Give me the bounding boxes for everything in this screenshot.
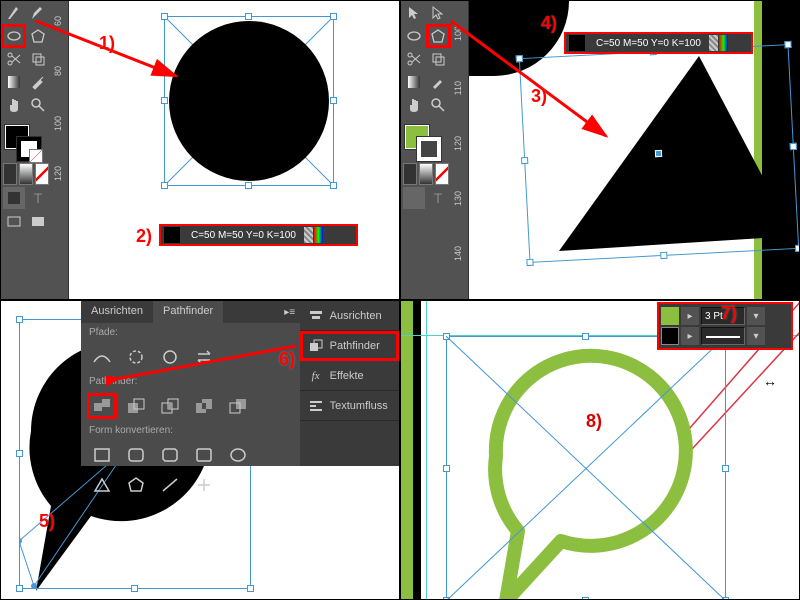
stroke-play-icon[interactable]: ▸ — [681, 327, 699, 345]
effects-icon: fx — [308, 368, 324, 384]
color-info-bar[interactable]: C=50 M=50 Y=0 K=100 — [161, 226, 356, 244]
fill-stroke-swatch[interactable] — [5, 125, 41, 161]
hand-tool-icon[interactable] — [402, 94, 425, 116]
pathfinder-exclude-icon[interactable] — [191, 395, 217, 417]
label-8: 8) — [586, 411, 602, 432]
label-4: 4) — [541, 13, 557, 34]
pathfinder-unite-icon[interactable] — [89, 395, 115, 417]
fill-swatch-button[interactable] — [661, 307, 679, 325]
zoom-tool-icon[interactable] — [27, 94, 50, 116]
shape-inverse-round-icon[interactable] — [191, 444, 217, 466]
label-2: 2) — [136, 226, 152, 247]
screen-mode-2-icon[interactable] — [427, 211, 449, 233]
label-7: 7) — [721, 303, 737, 324]
shape-roundrect-icon[interactable] — [123, 444, 149, 466]
ellipse-tool-icon[interactable] — [2, 25, 25, 47]
arrow-annotation — [106, 341, 301, 386]
label-1: 1) — [99, 33, 115, 54]
shape-rect-icon[interactable] — [89, 444, 115, 466]
quadrant-4: ↔ 7) 8) ▸ ▾ ▸ ▾ — [400, 300, 800, 600]
color-mode-buttons[interactable] — [403, 163, 449, 185]
side-textwrap[interactable]: Textumfluss — [300, 391, 399, 421]
selection-bbox[interactable] — [446, 336, 726, 600]
toolbar — [401, 1, 451, 117]
ellipse-shape[interactable] — [169, 21, 329, 181]
shape-triangle-icon[interactable] — [89, 474, 115, 496]
stroke-play-icon[interactable]: ▸ — [681, 307, 699, 325]
label-5: 5) — [39, 511, 55, 532]
gradient-tool-icon[interactable] — [402, 71, 425, 93]
tab-pathfinder[interactable]: Pathfinder — [153, 301, 223, 323]
pathfinder-minus-back-icon[interactable] — [225, 395, 251, 417]
stroke-style-preview[interactable] — [701, 327, 745, 345]
side-effects[interactable]: fxEffekte — [300, 361, 399, 391]
fill-stroke-swatch[interactable] — [405, 125, 441, 161]
color-mode-buttons[interactable] — [3, 163, 49, 185]
side-panel: Ausrichten Pathfinder fxEffekte Textumfl… — [300, 301, 399, 466]
dropdown-icon[interactable]: ▾ — [747, 327, 765, 345]
pathfinder-subtract-icon[interactable] — [123, 395, 149, 417]
label-6: 6) — [279, 349, 295, 370]
scissors-tool-icon[interactable] — [402, 48, 425, 70]
shape-bevel-icon[interactable] — [157, 444, 183, 466]
dropdown-icon[interactable]: ▾ — [747, 307, 765, 325]
shape-polygon-icon[interactable] — [123, 474, 149, 496]
pen-tool-icon[interactable] — [2, 2, 25, 24]
selection-tool-icon[interactable] — [402, 2, 425, 24]
side-pathfinder[interactable]: Pathfinder — [300, 331, 399, 361]
view-mode-icon[interactable] — [3, 187, 25, 209]
tab-align[interactable]: Ausrichten — [81, 301, 153, 323]
ellipse-tool-icon[interactable] — [402, 25, 425, 47]
section-convert-label: Form konvertieren: — [81, 421, 300, 440]
pathfinder-intersect-icon[interactable] — [157, 395, 183, 417]
green-edge — [400, 301, 413, 599]
hand-tool-icon[interactable] — [2, 94, 25, 116]
side-align[interactable]: Ausrichten — [300, 301, 399, 331]
quadrant-3: 5) 6) Ausrichten Pathfinder ▸≡ Pfade: Pa… — [0, 300, 400, 600]
screen-mode-2-icon[interactable] — [27, 211, 49, 233]
shape-ellipse-icon[interactable] — [225, 444, 251, 466]
panel-menu-icon[interactable]: ▸≡ — [280, 301, 300, 323]
pathfinder-icon — [308, 338, 324, 354]
text-tool-icon[interactable]: T — [27, 187, 49, 209]
scissors-tool-icon[interactable] — [2, 48, 25, 70]
text-tool-icon[interactable]: T — [427, 187, 449, 209]
guide-v — [426, 301, 427, 599]
resize-cursor-icon: ↔ — [763, 373, 777, 389]
screen-mode-icon[interactable] — [3, 211, 25, 233]
quadrant-1: T 60 80 100 120 1) 2) C=50 M=50 Y=0 K=10… — [0, 0, 400, 300]
color-info-bar[interactable]: C=50 M=50 Y=0 K=100 — [566, 34, 751, 52]
stroke-swatch-button[interactable] — [661, 327, 679, 345]
section-paths-label: Pfade: — [81, 323, 300, 342]
screen-mode-icon[interactable] — [403, 211, 425, 233]
view-mode-icon[interactable] — [403, 187, 425, 209]
align-icon — [308, 308, 324, 324]
label-3: 3) — [531, 86, 547, 107]
shape-line-icon[interactable] — [157, 474, 183, 496]
textwrap-icon — [308, 398, 324, 414]
gradient-tool-icon[interactable] — [2, 71, 25, 93]
quadrant-2: T 100 110 120 130 140 4) 3) C=50 M=50 Y=… — [400, 0, 800, 300]
shape-add-icon[interactable] — [191, 474, 217, 496]
